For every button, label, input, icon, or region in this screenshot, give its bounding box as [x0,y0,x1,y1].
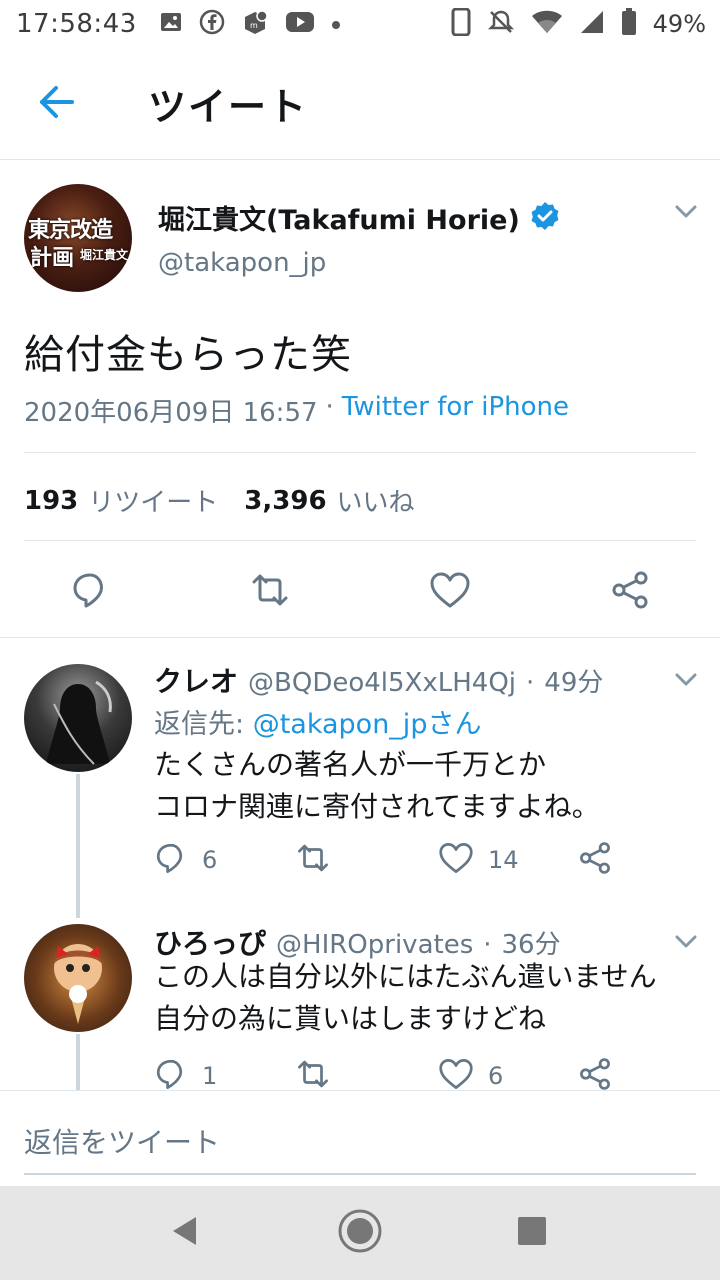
system-nav-bar [0,1186,720,1280]
reply-compose-bar: 返信をツイート [0,1090,720,1186]
svg-text:m: m [250,21,258,30]
reply-author-name[interactable]: クレオ [154,660,238,700]
reply-tweet[interactable]: クレオ @BQDeo4l5XxLH4Qj · 49分 返信先: @takapon… [0,638,720,918]
chevron-down-icon[interactable] [674,934,698,954]
main-tweet: 東京改造 計画 堀江貴文 堀江貴文(Takafumi Horie) @takap… [0,160,720,638]
phone-icon [451,7,471,40]
dot-icon [331,15,341,34]
tweet-source-link[interactable]: Twitter for iPhone [342,392,569,429]
share-button[interactable] [578,840,612,880]
battery-icon [621,8,637,40]
retweet-icon [294,841,332,879]
avatar-text: 計画 [30,246,75,271]
divider [24,452,696,453]
reply-compose-input[interactable]: 返信をツイート [24,1121,220,1161]
like-count: 14 [488,846,519,874]
reply-button[interactable]: 6 [154,840,217,880]
reply-icon [70,570,110,614]
share-button[interactable] [608,570,652,614]
like-button[interactable]: 14 [438,840,519,880]
avatar-text: 堀江貴文 [80,248,129,262]
tweet-datetime: 2020年06月09日 16:57 [24,398,318,428]
signal-icon [579,9,605,39]
verified-badge-icon [530,201,560,235]
like-count[interactable]: 3,396 [244,486,326,516]
reply-time: 49分 [544,668,604,698]
divider [24,540,696,541]
header: ツイート [0,48,720,160]
heart-icon [438,841,474,879]
shop-icon: m [241,9,269,39]
like-count: 6 [488,1062,504,1090]
youtube-icon [285,11,315,37]
nav-back-button[interactable] [160,1208,210,1258]
reply-button[interactable] [68,570,112,614]
reply-text-line: 自分の為に貰いはしますけどね [154,1002,547,1035]
wifi-icon [531,9,563,39]
reply-tweet[interactable]: ひろっぴ @HIROprivates · 36分 この人は自分以外にはたぶん遣い… [0,900,720,1090]
mute-icon [487,8,515,40]
like-button[interactable] [428,570,472,614]
reply-to-label: 返信先: [154,709,245,740]
nav-recents-button[interactable] [507,1208,557,1258]
reply-to: 返信先: @takapon_jpさん [154,702,481,741]
reply-to-mention[interactable]: @takapon_jpさん [253,709,482,740]
gallery-icon [159,10,183,38]
facebook-icon [199,9,225,39]
home-circle-icon [336,1207,384,1259]
meta-separator: · [325,392,334,422]
tweet-meta: 2020年06月09日 16:57 · Twitter for iPhone [24,392,569,429]
like-label[interactable]: いいね [337,482,415,519]
retweet-button[interactable] [294,840,346,880]
reply-icon [154,841,188,879]
back-button[interactable] [0,48,112,160]
heart-icon [429,570,471,614]
retweet-count[interactable]: 193 [24,486,78,516]
reply-author-handle[interactable]: @BQDeo4l5XxLH4Qj [248,668,516,698]
thread-line [76,1034,80,1090]
back-triangle-icon [168,1214,202,1252]
chevron-down-icon[interactable] [674,672,698,692]
meta-separator: · [526,668,535,698]
reply-text: この人は自分以外にはたぶん遣いません 自分の為に貰いはしますけどね [154,956,657,1040]
tweet-actions [0,564,720,620]
compose-underline [24,1173,696,1175]
retweet-label[interactable]: リツイート [88,482,218,519]
tweet-text: 給付金もらった笑 [24,332,352,378]
avatar[interactable] [24,924,132,1032]
reply-text-line: たくさんの著名人が一千万とか [154,748,547,781]
recents-square-icon [516,1215,548,1251]
thread-line [76,774,80,918]
avatar[interactable]: 東京改造 計画 堀江貴文 [24,184,132,292]
share-icon [610,570,650,614]
reply-text: たくさんの著名人が一千万とか コロナ関連に寄付されてますよね。 [154,744,600,828]
reply-actions: 6 14 [154,840,624,880]
page-title: ツイート [148,85,309,129]
reply-count: 6 [202,846,218,874]
tweet-stats: 193 リツイート 3,396 いいね [24,482,415,519]
back-arrow-icon [36,84,76,124]
chevron-down-icon[interactable] [674,204,698,224]
reply-text-line: コロナ関連に寄付されてますよね。 [154,790,600,823]
reply-text-line: この人は自分以外にはたぶん遣いません [154,960,657,993]
retweet-button[interactable] [248,570,292,614]
author-handle[interactable]: @takapon_jp [158,248,326,278]
share-icon [578,841,612,879]
retweet-icon [248,570,292,614]
status-bar: 17:58:43 m 49% [0,0,720,48]
author-name[interactable]: 堀江貴文(Takafumi Horie) [158,198,520,237]
battery-percent: 49% [652,10,706,38]
nav-home-button[interactable] [335,1208,385,1258]
avatar[interactable] [24,664,132,772]
status-time: 17:58:43 [16,9,137,39]
reply-count: 1 [202,1062,218,1090]
